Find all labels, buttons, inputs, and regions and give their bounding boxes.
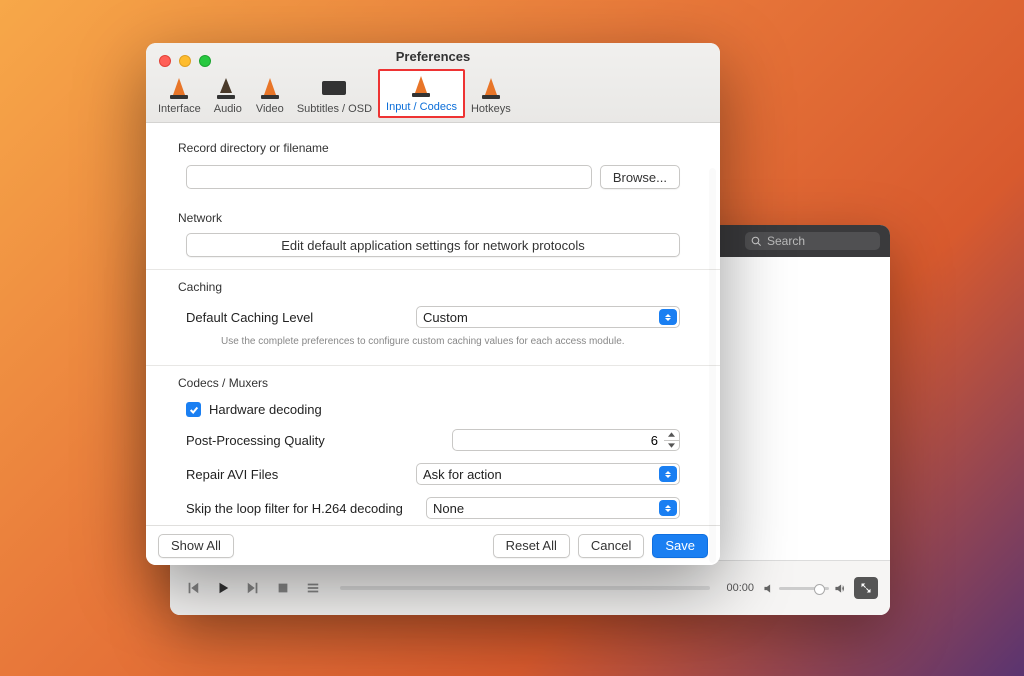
volume-low-icon xyxy=(762,582,775,595)
cancel-button[interactable]: Cancel xyxy=(578,534,644,558)
preferences-titlebar: Preferences Interface Audio Video Subtit… xyxy=(146,43,720,123)
interface-icon xyxy=(165,75,193,101)
repair-avi-select[interactable]: Ask for action xyxy=(416,463,680,485)
caching-section-label: Caching xyxy=(146,272,720,300)
volume-high-icon xyxy=(833,582,846,595)
browse-button[interactable]: Browse... xyxy=(600,165,680,189)
tab-video[interactable]: Video xyxy=(249,73,291,118)
skip-loop-label: Skip the loop filter for H.264 decoding xyxy=(186,501,426,516)
player-controls-bar: 00:00 xyxy=(170,560,890,615)
stepper-down-icon xyxy=(664,441,679,451)
save-button[interactable]: Save xyxy=(652,534,708,558)
tab-label: Interface xyxy=(158,103,201,115)
preferences-footer: Show All Reset All Cancel Save xyxy=(146,525,720,565)
volume-slider[interactable] xyxy=(779,587,829,590)
reset-all-button[interactable]: Reset All xyxy=(493,534,570,558)
hardware-decoding-label: Hardware decoding xyxy=(209,402,322,417)
preferences-content: Record directory or filename Browse... N… xyxy=(146,123,720,525)
stop-button[interactable] xyxy=(272,577,294,599)
caching-level-select[interactable]: Custom xyxy=(416,306,680,328)
seek-slider[interactable] xyxy=(340,586,710,590)
subtitles-icon xyxy=(320,75,348,101)
time-display: 00:00 xyxy=(726,582,754,594)
tab-audio[interactable]: Audio xyxy=(207,73,249,118)
tab-label: Input / Codecs xyxy=(386,101,457,113)
window-controls xyxy=(159,55,211,67)
player-search-field[interactable]: Search xyxy=(745,232,880,250)
codecs-section-label: Codecs / Muxers xyxy=(146,368,720,396)
tab-input-codecs[interactable]: Input / Codecs xyxy=(378,69,465,118)
edit-network-protocols-button[interactable]: Edit default application settings for ne… xyxy=(186,233,680,257)
chevron-updown-icon xyxy=(659,309,677,325)
fullscreen-button[interactable] xyxy=(854,577,878,599)
play-button[interactable] xyxy=(212,577,234,599)
video-icon xyxy=(256,75,284,101)
tab-label: Hotkeys xyxy=(471,103,511,115)
divider xyxy=(146,269,720,270)
network-section-label: Network xyxy=(146,193,720,231)
tab-subtitles[interactable]: Subtitles / OSD xyxy=(291,73,378,118)
search-icon xyxy=(751,236,762,247)
volume-control[interactable] xyxy=(762,582,846,595)
playlist-button[interactable] xyxy=(302,577,324,599)
caching-level-label: Default Caching Level xyxy=(186,310,416,325)
tab-label: Subtitles / OSD xyxy=(297,103,372,115)
divider xyxy=(146,365,720,366)
post-processing-label: Post-Processing Quality xyxy=(186,433,416,448)
post-processing-stepper[interactable] xyxy=(664,429,680,451)
next-button[interactable] xyxy=(242,577,264,599)
scrollbar[interactable] xyxy=(709,168,716,563)
close-button[interactable] xyxy=(159,55,171,67)
input-codecs-icon xyxy=(407,73,435,99)
zoom-button[interactable] xyxy=(199,55,211,67)
prev-button[interactable] xyxy=(182,577,204,599)
record-path-input[interactable] xyxy=(186,165,592,189)
tab-interface[interactable]: Interface xyxy=(152,73,207,118)
check-icon xyxy=(189,405,199,415)
tab-hotkeys[interactable]: Hotkeys xyxy=(465,73,517,118)
repair-avi-label: Repair AVI Files xyxy=(186,467,416,482)
search-placeholder: Search xyxy=(767,234,805,248)
show-all-button[interactable]: Show All xyxy=(158,534,234,558)
skip-loop-select[interactable]: None xyxy=(426,497,680,519)
post-processing-input[interactable] xyxy=(452,429,664,451)
tab-label: Video xyxy=(256,103,284,115)
caching-help-text: Use the complete preferences to configur… xyxy=(146,334,720,353)
audio-icon xyxy=(214,75,242,101)
stepper-up-icon xyxy=(664,430,679,441)
preferences-toolbar: Interface Audio Video Subtitles / OSD In… xyxy=(146,64,720,118)
minimize-button[interactable] xyxy=(179,55,191,67)
hardware-decoding-checkbox[interactable] xyxy=(186,402,201,417)
record-section-label: Record directory or filename xyxy=(146,133,720,161)
hotkeys-icon xyxy=(477,75,505,101)
tab-label: Audio xyxy=(214,103,242,115)
preferences-window: Preferences Interface Audio Video Subtit… xyxy=(146,43,720,565)
window-title: Preferences xyxy=(146,43,720,64)
chevron-updown-icon xyxy=(659,466,677,482)
chevron-updown-icon xyxy=(659,500,677,516)
